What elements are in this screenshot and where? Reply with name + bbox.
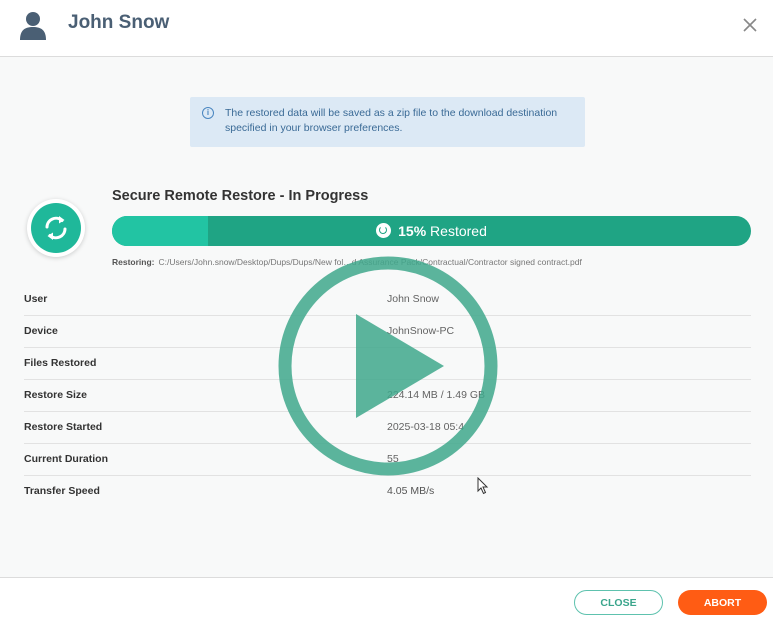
- detail-label: User: [24, 293, 48, 305]
- detail-label: Device: [24, 325, 58, 337]
- info-banner: i The restored data will be saved as a z…: [190, 97, 585, 147]
- detail-value: 4.05 MB/s: [387, 485, 435, 497]
- progress-suffix: Restored: [430, 223, 487, 239]
- detail-label: Current Duration: [24, 453, 108, 465]
- dialog-title: John Snow: [68, 12, 170, 33]
- abort-button[interactable]: ABORT: [678, 590, 767, 615]
- mouse-cursor-icon: [477, 477, 489, 495]
- progress-spinner-icon: [376, 223, 392, 238]
- restore-progress-bar: 15% Restored: [112, 216, 751, 246]
- close-button[interactable]: CLOSE: [574, 590, 663, 615]
- user-silhouette-icon: [20, 12, 46, 40]
- restore-title: Secure Remote Restore - In Progress: [112, 188, 369, 204]
- progress-label: 15% Restored: [112, 216, 751, 246]
- progress-percent: 15%: [398, 223, 427, 239]
- detail-label: Restore Started: [24, 421, 103, 433]
- restoring-label: Restoring:: [112, 257, 155, 267]
- close-icon[interactable]: [741, 16, 759, 34]
- detail-label: Restore Size: [24, 389, 88, 401]
- sync-icon: [45, 216, 67, 240]
- info-banner-line2: specified in your browser preferences.: [225, 122, 403, 134]
- detail-row: Transfer Speed 4.05 MB/s: [24, 476, 751, 508]
- dialog-header: John Snow: [0, 0, 773, 57]
- dialog-footer: CLOSE ABORT: [0, 577, 773, 619]
- info-icon: i: [202, 107, 214, 119]
- detail-label: Files Restored: [24, 357, 97, 369]
- restore-status-circle: [27, 199, 85, 257]
- info-banner-line1: The restored data will be saved as a zip…: [225, 107, 558, 119]
- play-icon[interactable]: [276, 256, 500, 476]
- detail-label: Transfer Speed: [24, 485, 100, 497]
